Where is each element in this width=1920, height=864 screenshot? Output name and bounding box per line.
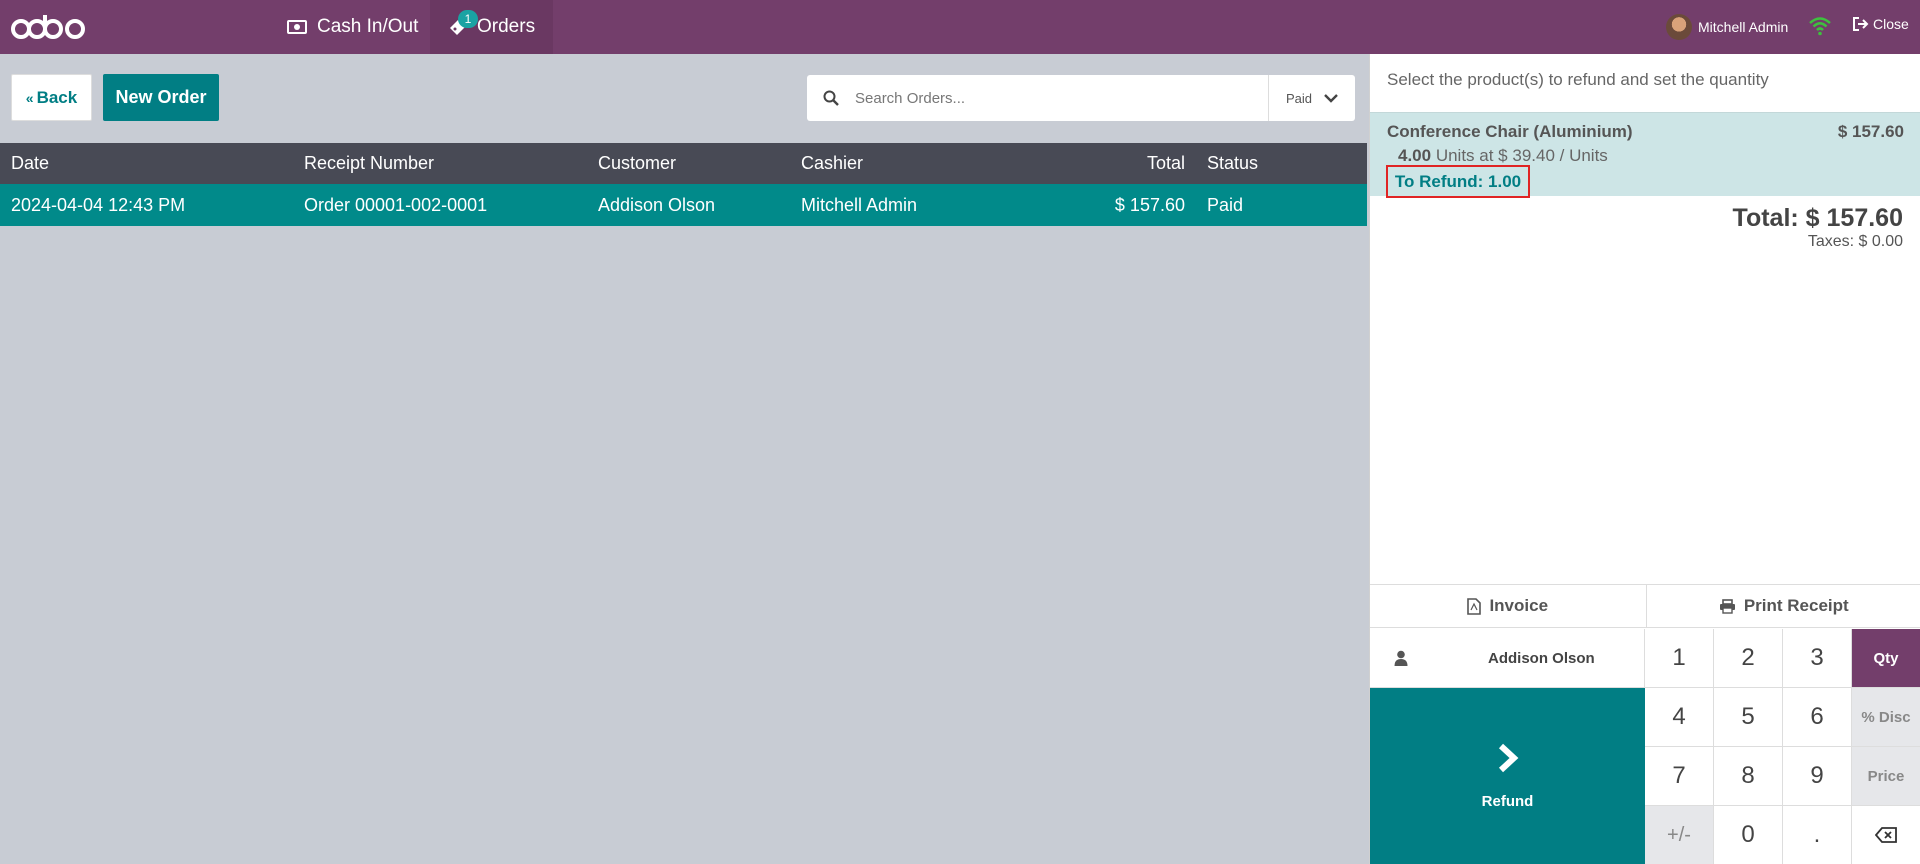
line-quantity: 4.00 Units at $ 39.40 / Units — [1398, 146, 1608, 166]
user-name: Mitchell Admin — [1698, 19, 1789, 35]
close-label: Close — [1873, 16, 1909, 32]
close-button[interactable]: Close — [1853, 16, 1909, 32]
numpad-key-4[interactable]: 4 — [1645, 688, 1714, 747]
header-cashier: Cashier — [801, 153, 864, 173]
numpad-mode-disc[interactable]: % Disc — [1852, 688, 1920, 747]
action-buttons: Invoice Print Receipt — [1370, 584, 1920, 628]
numpad-backspace[interactable] — [1852, 806, 1920, 864]
numpad-key-plus-minus[interactable]: +/- — [1645, 806, 1714, 864]
numpad-key-0[interactable]: 0 — [1714, 806, 1783, 864]
cash-in-out-label: Cash In/Out — [317, 16, 419, 37]
numpad-key-9[interactable]: 9 — [1783, 747, 1852, 806]
numpad-key-1[interactable]: 1 — [1645, 629, 1714, 688]
chevron-down-icon — [1324, 94, 1338, 103]
orders-button[interactable]: 1 Orders — [430, 0, 553, 54]
refund-panel: Select the product(s) to refund and set … — [1369, 54, 1920, 864]
header-date: Date — [11, 153, 50, 173]
new-order-button[interactable]: New Order — [103, 74, 219, 121]
invoice-label: Invoice — [1489, 596, 1549, 615]
orders-table-header: Date Receipt Number Customer Cashier Tot… — [0, 143, 1367, 184]
numpad-mode-qty[interactable]: Qty — [1852, 629, 1920, 688]
numpad-key-decimal[interactable]: . — [1783, 806, 1852, 864]
numpad-mode-price[interactable]: Price — [1852, 747, 1920, 806]
cash-in-out-button[interactable]: Cash In/Out — [287, 0, 427, 54]
row-receipt-number: Order 00001-002-0001 — [304, 194, 488, 215]
user-icon — [1394, 650, 1408, 666]
header-customer: Customer — [598, 153, 677, 173]
search-input[interactable] — [855, 76, 1275, 120]
numpad-key-3[interactable]: 3 — [1783, 629, 1852, 688]
numpad-key-8[interactable]: 8 — [1714, 747, 1783, 806]
row-cashier: Mitchell Admin — [801, 194, 918, 215]
numpad-key-5[interactable]: 5 — [1714, 688, 1783, 747]
user-menu[interactable]: Mitchell Admin — [1666, 14, 1788, 40]
numpad-key-7[interactable]: 7 — [1645, 747, 1714, 806]
top-navbar: Cash In/Out 1 Orders Mitchell Admin Clos… — [0, 0, 1920, 54]
customer-name: Addison Olson — [1488, 649, 1595, 667]
print-receipt-button[interactable]: Print Receipt — [1645, 585, 1920, 627]
search-icon — [807, 75, 855, 121]
status-filter-select[interactable]: Paid — [1268, 75, 1355, 121]
status-filter-value: Paid — [1285, 90, 1313, 106]
avatar — [1666, 14, 1692, 40]
orderline[interactable]: Conference Chair (Aluminium) $ 157.60 4.… — [1370, 112, 1920, 198]
back-label: Back — [36, 87, 78, 107]
refund-instructions: Select the product(s) to refund and set … — [1387, 70, 1769, 89]
numpad: 1 2 3 Qty 4 5 6 % Disc 7 8 9 Price +/- 0… — [1645, 629, 1920, 864]
row-date: 2024-04-04 12:43 PM — [11, 194, 186, 215]
line-price: $ 157.60 — [1837, 122, 1904, 141]
invoice-button[interactable]: Invoice — [1370, 585, 1646, 627]
chevron-right-icon — [1498, 743, 1518, 772]
print-receipt-label: Print Receipt — [1743, 596, 1849, 615]
backspace-icon — [1875, 827, 1897, 843]
customer-button[interactable]: Addison Olson — [1370, 629, 1645, 688]
table-row[interactable]: 2024-04-04 12:43 PM Order 00001-002-0001… — [0, 184, 1367, 226]
product-name: Conference Chair (Aluminium) — [1387, 122, 1633, 141]
odoo-logo — [11, 15, 85, 39]
refund-button[interactable]: Refund — [1370, 688, 1645, 864]
sign-out-icon — [1853, 17, 1869, 31]
header-total: Total — [1146, 153, 1185, 173]
to-refund-quantity: To Refund: 1.00 — [1386, 165, 1530, 198]
new-order-label: New Order — [115, 87, 207, 107]
printer-icon — [1719, 598, 1735, 614]
quantity-detail: Units at $ 39.40 / Units — [1435, 146, 1608, 165]
search-bar: Paid — [807, 75, 1355, 121]
money-icon — [287, 20, 307, 34]
numpad-key-2[interactable]: 2 — [1714, 629, 1783, 688]
header-receipt-number: Receipt Number — [304, 153, 435, 173]
header-status: Status — [1207, 153, 1259, 173]
refund-label: Refund — [1481, 792, 1534, 810]
back-button[interactable]: « Back — [11, 74, 92, 121]
row-status: Paid — [1207, 194, 1244, 215]
order-taxes: Taxes: $ 0.00 — [1807, 233, 1903, 250]
quantity-value: 4.00 — [1398, 146, 1432, 165]
row-customer: Addison Olson — [598, 194, 716, 215]
double-chevron-left-icon: « — [25, 89, 34, 106]
row-total: $ 157.60 — [1114, 194, 1185, 215]
orders-label: Orders — [477, 16, 536, 37]
wifi-icon — [1809, 17, 1831, 36]
numpad-key-6[interactable]: 6 — [1783, 688, 1852, 747]
order-total: Total: $ 157.60 — [1732, 204, 1903, 232]
pdf-file-icon — [1467, 597, 1482, 615]
orders-count-badge: 1 — [458, 10, 478, 28]
